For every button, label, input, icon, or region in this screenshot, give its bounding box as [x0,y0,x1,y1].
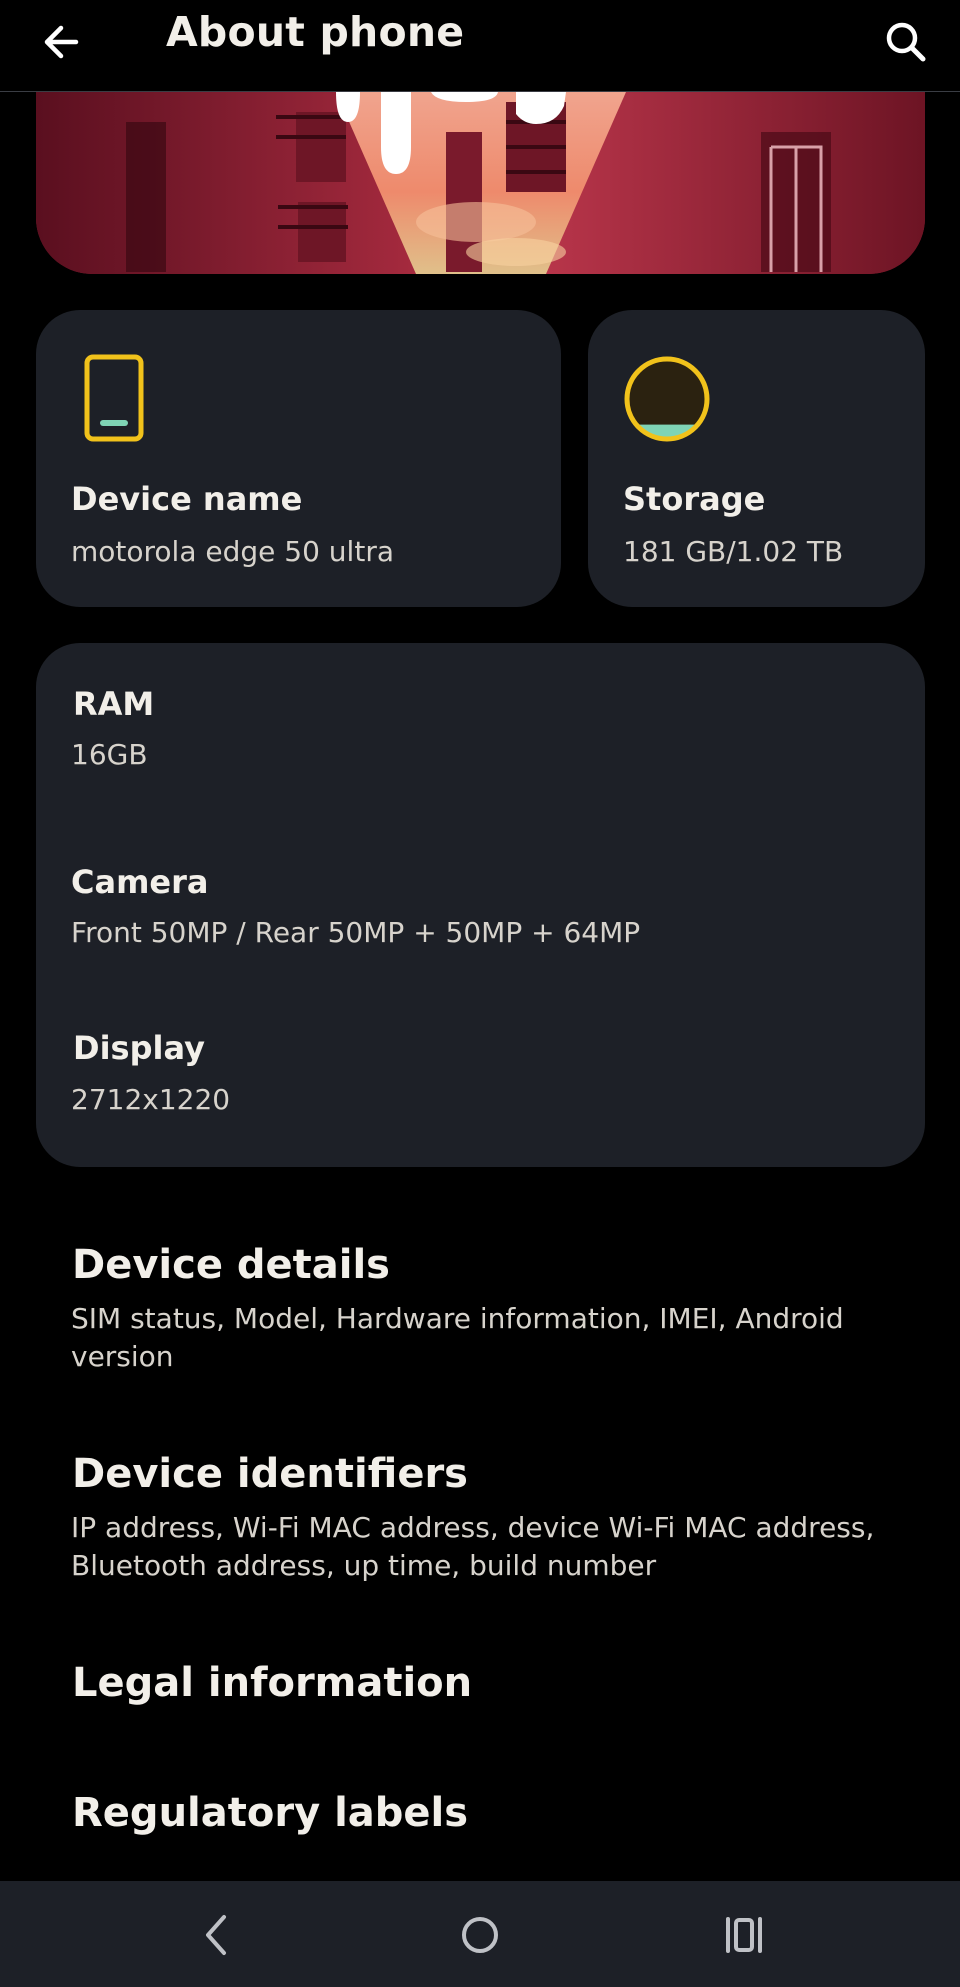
storage-circle-icon [624,356,710,442]
top-app-bar: About phone [0,0,960,92]
camera-label: Camera [71,863,209,901]
page-title: About phone [166,8,465,56]
storage-card[interactable]: Storage 181 GB/1.02 TB [588,310,925,607]
storage-title: Storage [623,480,766,518]
device-details-title: Device details [72,1242,390,1288]
legal-information-title: Legal information [72,1660,473,1706]
specs-card: RAM 16GB Camera Front 50MP / Rear 50MP +… [36,643,925,1167]
display-label: Display [73,1029,205,1067]
device-name-value: motorola edge 50 ultra [71,535,394,568]
back-button[interactable] [34,8,94,68]
camera-value: Front 50MP / Rear 50MP + 50MP + 64MP [71,916,641,949]
about-phone-screen: About phone Device name motorola edge 50… [0,0,960,1987]
nav-recents-icon [726,1917,762,1953]
wallpaper-image [36,92,925,274]
device-name-card[interactable]: Device name motorola edge 50 ultra [36,310,561,607]
nav-home-button[interactable] [448,1903,512,1967]
device-identifiers-subtitle: IP address, Wi-Fi MAC address, device Wi… [71,1511,875,1582]
list-item-device-identifiers[interactable]: Device identifiers IP address, Wi-Fi MAC… [0,1440,960,1590]
list-item-legal-information[interactable]: Legal information [0,1650,960,1730]
phone-icon [84,354,144,442]
nav-recents-button[interactable] [712,1903,776,1967]
nav-back-button[interactable] [184,1903,248,1967]
search-button[interactable] [876,8,936,68]
nav-home-icon [462,1917,498,1953]
storage-value: 181 GB/1.02 TB [623,535,844,568]
search-icon [886,22,926,62]
device-name-title: Device name [71,480,303,518]
ram-value: 16GB [71,738,148,771]
list-item-device-details[interactable]: Device details SIM status, Model, Hardwa… [0,1230,960,1380]
list-item-regulatory-labels[interactable]: Regulatory labels [0,1780,960,1860]
device-identifiers-title: Device identifiers [72,1451,468,1497]
device-details-subtitle: SIM status, Model, Hardware information,… [71,1302,844,1373]
system-navigation-bar [0,1881,960,1987]
display-value: 2712x1220 [71,1083,231,1116]
hero-banner [36,92,925,274]
nav-back-icon [206,1915,226,1955]
ram-label: RAM [73,685,155,723]
arrow-left-icon [44,25,79,59]
regulatory-labels-title: Regulatory labels [72,1790,469,1836]
